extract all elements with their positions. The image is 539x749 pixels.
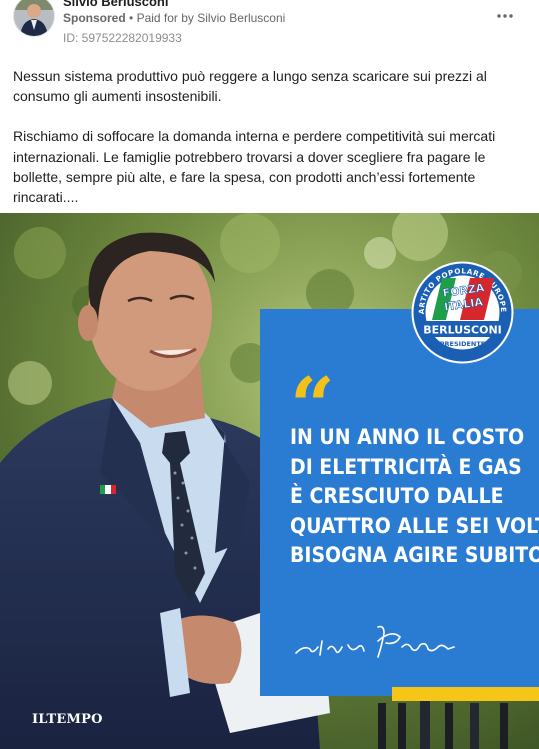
page-avatar[interactable]	[13, 0, 55, 37]
iltempo-watermark: ILTEMPO	[32, 712, 103, 727]
headline-line-5: BISOGNA AGIRE SUBITO.	[290, 543, 539, 567]
logo-name-text: BERLUSCONI	[423, 324, 502, 337]
paid-for-text: Paid for by Silvio Berlusconi	[136, 11, 286, 25]
signature-icon	[292, 623, 462, 668]
ad-post-card: Silvio Berlusconi Sponsored • Paid for b…	[0, 0, 539, 749]
page-name[interactable]: Silvio Berlusconi	[63, 0, 168, 9]
sponsored-label: Sponsored	[63, 11, 126, 25]
post-paragraph-1: Nessun sistema produttivo può reggere a …	[13, 68, 487, 105]
logo-role-text: PRESIDENTE	[440, 340, 485, 348]
yellow-accent-strip	[392, 687, 539, 701]
post-text: Nessun sistema produttivo può reggere a …	[13, 66, 528, 227]
more-horizontal-icon[interactable]	[493, 6, 517, 26]
headline-line-1: IN UN ANNO IL COSTO	[290, 425, 525, 449]
ad-creative-image[interactable]: PARTITO POPOLARE EUROPEO FORZA ITALIA BE…	[0, 213, 539, 749]
post-paragraph-2: Rischiamo di soffocare la domanda intern…	[13, 128, 496, 206]
forza-italia-logo: PARTITO POPOLARE EUROPEO FORZA ITALIA BE…	[407, 253, 515, 365]
headline-line-3: È CRESCIUTO DALLE	[290, 484, 504, 508]
meta-separator: •	[129, 11, 134, 25]
ad-id: ID: 597522282019933	[63, 31, 182, 45]
headline-quote: IN UN ANNO IL COSTO DI ELETTRICITÀ E GAS…	[290, 423, 539, 571]
sponsored-meta: Sponsored • Paid for by Silvio Berluscon…	[63, 11, 285, 25]
headline-line-4: QUATTRO ALLE SEI VOLTE.	[290, 513, 539, 538]
headline-line-2: DI ELETTRICITÀ E GAS	[290, 454, 522, 479]
